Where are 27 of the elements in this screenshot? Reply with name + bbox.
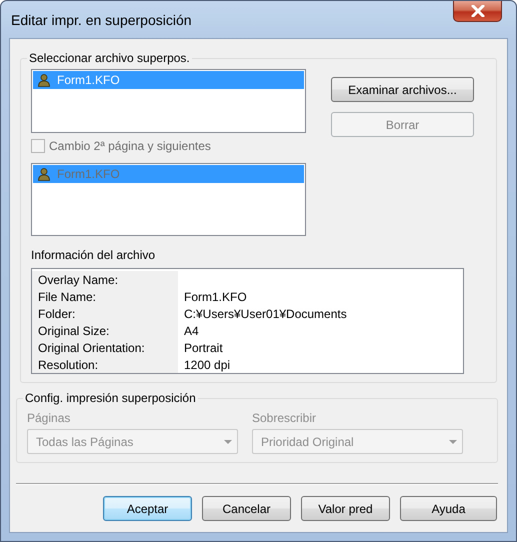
dialog-button[interactable]: Aceptar xyxy=(103,496,192,521)
action-button[interactable]: Examinar archivos... xyxy=(331,77,474,102)
info-value: Portrait xyxy=(183,340,223,354)
info-value: 1200 dpi xyxy=(183,358,230,372)
close-button[interactable] xyxy=(453,1,502,22)
info-value: Form1.KFO xyxy=(183,290,247,304)
group-title: Seleccionar archivo superpos. xyxy=(28,51,191,65)
checkbox-label: Cambio 2ª página y siguientes xyxy=(49,139,211,153)
field-label: Sobrescribir xyxy=(252,411,318,425)
group-title: Config. impresión superposición xyxy=(24,391,197,405)
info-value: C:¥Users¥User01¥Documents xyxy=(183,306,347,320)
info-label: Resolution: xyxy=(38,358,98,372)
info-label: Original Size: xyxy=(38,324,110,338)
dialog-button[interactable]: Valor pred xyxy=(301,496,390,521)
info-label: Overlay Name: xyxy=(38,272,118,286)
dialog-button[interactable]: Ayuda xyxy=(400,496,497,521)
user-icon xyxy=(37,73,51,87)
info-value: A4 xyxy=(183,324,199,338)
window-title: Editar impr. en superposición xyxy=(11,12,192,28)
info-label: Original Orientation: xyxy=(38,340,145,354)
info-label: File Name: xyxy=(38,290,96,304)
user-icon xyxy=(37,167,51,181)
dialog-button[interactable]: Cancelar xyxy=(202,496,291,521)
close-icon xyxy=(470,5,484,17)
field-label: Páginas xyxy=(27,411,72,425)
info-label: Folder: xyxy=(38,306,76,320)
section-title: Información del archivo xyxy=(31,248,156,262)
